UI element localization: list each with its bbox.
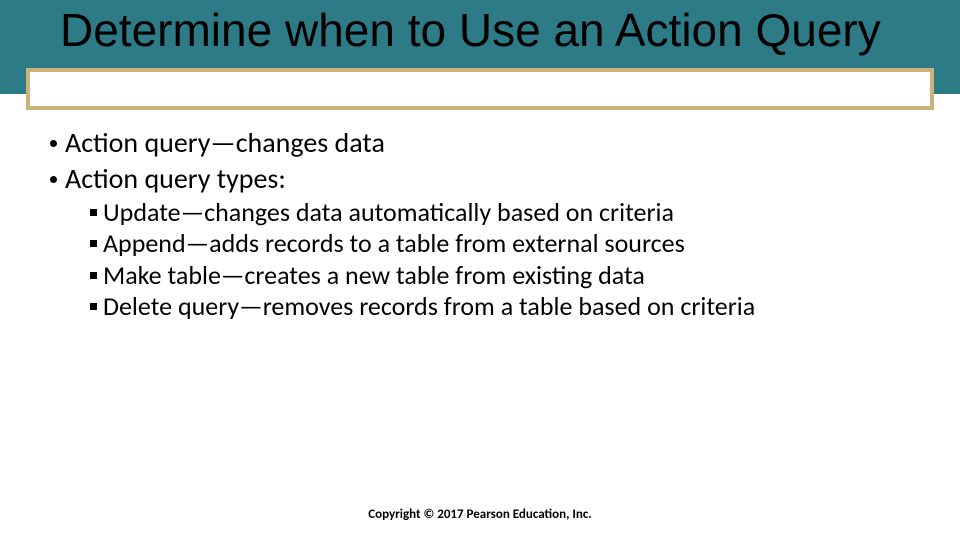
sub-bullet-item: Update—changes data automatically based … — [90, 197, 920, 228]
sub-bullet-item: Make table—creates a new table from exis… — [90, 260, 920, 291]
sub-bullet-text: Make table—creates a new table from exis… — [103, 260, 645, 291]
sub-bullet-list: Update—changes data automatically based … — [90, 197, 920, 322]
square-bullet-icon — [90, 272, 97, 279]
bullet-dot-icon — [50, 176, 57, 183]
bullet-text: Action query—changes data — [65, 126, 385, 160]
sub-bullet-text: Append—adds records to a table from exte… — [103, 228, 685, 259]
sub-bullet-item: Append—adds records to a table from exte… — [90, 228, 920, 259]
bullet-item: Action query—changes data — [50, 126, 920, 160]
sub-bullet-text: Delete query—removes records from a tabl… — [103, 291, 755, 322]
bullet-text: Action query types: — [65, 162, 286, 196]
sub-bullet-item: Delete query—removes records from a tabl… — [90, 291, 920, 322]
square-bullet-icon — [90, 240, 97, 247]
title-frame-fill — [30, 72, 930, 106]
bullet-item: Action query types: — [50, 162, 920, 196]
square-bullet-icon — [90, 209, 97, 216]
slide-title: Determine when to Use an Action Query — [60, 6, 940, 54]
square-bullet-icon — [90, 303, 97, 310]
bullet-dot-icon — [50, 140, 57, 147]
sub-bullet-text: Update—changes data automatically based … — [103, 197, 674, 228]
copyright-footer: Copyright © 2017 Pearson Education, Inc. — [0, 507, 960, 522]
content-body: Action query—changes data Action query t… — [50, 126, 920, 322]
